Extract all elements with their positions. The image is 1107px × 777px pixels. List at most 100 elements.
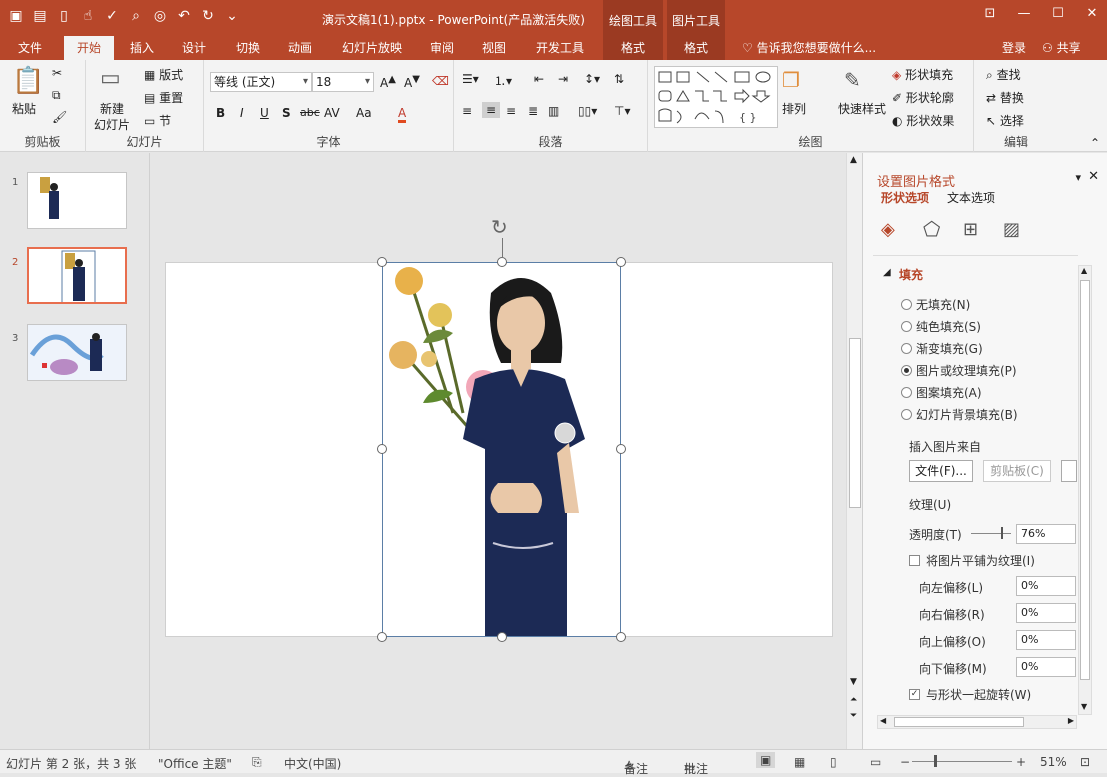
slide-sorter-icon[interactable]: ▦ — [794, 755, 805, 769]
shapes-gallery[interactable]: { } — [654, 66, 778, 128]
clear-format-icon[interactable]: ⌫ — [432, 74, 449, 88]
select-button[interactable]: ↖ 选择 — [986, 112, 1024, 129]
selected-picture[interactable] — [382, 262, 621, 637]
pane-scroll-left-icon[interactable]: ◀ — [880, 716, 886, 725]
rotate-with-shape-checkbox[interactable]: ✓ 与形状一起旋转(W) — [909, 686, 1031, 703]
find-button[interactable]: ⌕ 查找 — [986, 66, 1021, 83]
format-painter-icon[interactable]: 🖌 — [52, 110, 67, 124]
resize-handle-tr[interactable] — [616, 257, 626, 267]
shape-outline-button[interactable]: ✐ 形状轮廓 — [892, 89, 954, 106]
tab-picture-format[interactable]: 格式 — [667, 36, 725, 60]
tab-file[interactable]: 文件 — [8, 36, 52, 60]
effects-pentagon-icon[interactable]: ⬠ — [923, 217, 940, 241]
pane-scroll-right-icon[interactable]: ▶ — [1068, 716, 1074, 725]
radio-background-fill[interactable]: 幻灯片背景填充(B) — [901, 406, 1018, 423]
tab-animations[interactable]: 动画 — [278, 36, 322, 60]
clipboard-button[interactable]: 剪贴板(C) — [983, 460, 1051, 482]
text-direction-icon[interactable]: ⇅ — [614, 72, 624, 86]
quick-styles-button[interactable]: 快速样式 — [838, 100, 886, 117]
resize-handle-left[interactable] — [377, 444, 387, 454]
italic-button[interactable]: I — [240, 106, 244, 120]
open-icon[interactable]: ▤ — [30, 6, 50, 26]
scroll-up-icon[interactable]: ▲ — [850, 155, 857, 165]
distribute-icon[interactable]: ▥ — [548, 104, 559, 118]
reading-view-icon[interactable]: ▯ — [830, 755, 837, 769]
cut-icon[interactable]: ✂ — [52, 66, 62, 80]
radio-solid-fill[interactable]: 纯色填充(S) — [901, 318, 981, 335]
slideshow-icon[interactable]: ◎ — [150, 6, 170, 26]
strikethrough-button[interactable]: abc — [300, 106, 320, 119]
zoom-out-icon[interactable]: − — [900, 755, 910, 769]
pane-scroll-down-icon[interactable]: ▼ — [1081, 702, 1087, 711]
online-button[interactable] — [1061, 460, 1077, 482]
share-button[interactable]: ⚇ 共享 — [1042, 36, 1081, 60]
resize-handle-bottom[interactable] — [497, 632, 507, 642]
slide-thumb-1[interactable] — [27, 172, 127, 229]
zoom-in-icon[interactable]: + — [1016, 755, 1026, 769]
resize-handle-top[interactable] — [497, 257, 507, 267]
spelling-icon[interactable]: ✓ — [102, 6, 122, 26]
pane-options-icon[interactable]: ▾ — [1075, 171, 1081, 184]
offset-top-input[interactable]: 0% — [1016, 630, 1076, 650]
slide-vertical-scrollbar[interactable]: ▲ ▼ ⏶ ⏷ — [846, 153, 862, 749]
prev-slide-icon[interactable]: ⏶ — [850, 695, 857, 705]
file-button[interactable]: 文件(F)... — [909, 460, 973, 482]
spellcheck-icon[interactable]: ⎘ — [252, 755, 262, 770]
transparency-slider[interactable] — [971, 533, 1011, 534]
radio-picture-fill[interactable]: 图片或纹理填充(P) — [901, 362, 1017, 379]
new-slide-icon[interactable]: ▭ — [100, 66, 121, 91]
pane-scroll-up-icon[interactable]: ▲ — [1081, 266, 1087, 275]
radio-no-fill[interactable]: 无填充(N) — [901, 296, 970, 313]
pane-vertical-scrollbar[interactable]: ▲ ▼ — [1078, 265, 1092, 715]
justify-icon[interactable]: ≣ — [528, 104, 538, 118]
pane-scroll-thumb[interactable] — [1080, 280, 1090, 680]
align-right-icon[interactable]: ≡ — [506, 104, 516, 118]
close-icon[interactable]: ✕ — [1083, 6, 1101, 21]
bold-button[interactable]: B — [216, 106, 225, 120]
line-spacing-icon[interactable]: ↕▾ — [584, 72, 600, 86]
align-text-icon[interactable]: ⊤▾ — [614, 104, 630, 118]
underline-button[interactable]: U — [260, 106, 269, 120]
tab-slideshow[interactable]: 幻灯片放映 — [334, 36, 410, 60]
picture-icon[interactable]: ▨ — [1003, 219, 1020, 240]
collapse-fill-icon[interactable]: ◢ — [883, 267, 891, 278]
tab-developer[interactable]: 开发工具 — [528, 36, 592, 60]
resize-handle-bl[interactable] — [377, 632, 387, 642]
customize-qat-icon[interactable]: ⌄ — [222, 6, 242, 26]
resize-handle-right[interactable] — [616, 444, 626, 454]
paste-icon[interactable]: 📋 — [12, 66, 44, 96]
decrease-indent-icon[interactable]: ⇤ — [534, 72, 544, 86]
ribbon-display-icon[interactable]: ⊡ — [981, 6, 999, 21]
radio-pattern-fill[interactable]: 图案填充(A) — [901, 384, 982, 401]
align-left-icon[interactable]: ≡ — [462, 104, 472, 118]
slide-thumb-2[interactable] — [27, 247, 127, 304]
bullets-icon[interactable]: ☰▾ — [462, 72, 479, 86]
arrange-icon[interactable]: ❐ — [782, 68, 800, 92]
tell-me-box[interactable]: ♡ 告诉我您想要做什么... — [742, 36, 876, 60]
scroll-down-icon[interactable]: ▼ — [850, 677, 857, 687]
pane-horizontal-scrollbar[interactable]: ◀ ▶ — [877, 715, 1077, 729]
resize-handle-tl[interactable] — [377, 257, 387, 267]
tab-shape-options[interactable]: 形状选项 — [881, 189, 929, 206]
tab-view[interactable]: 视图 — [472, 36, 516, 60]
fill-line-icon[interactable]: ◈ — [881, 219, 895, 240]
texture-label[interactable]: 纹理(U) — [909, 496, 951, 513]
undo-icon[interactable]: ↶ — [174, 6, 194, 26]
font-size-combo[interactable]: 18 — [312, 72, 374, 92]
numbering-icon[interactable]: ⒈▾ — [494, 72, 512, 89]
resize-handle-br[interactable] — [616, 632, 626, 642]
reset-button[interactable]: ▤ 重置 — [144, 89, 183, 106]
quick-styles-icon[interactable]: ✎ — [844, 68, 861, 92]
replace-button[interactable]: ⇄ 替换 — [986, 89, 1024, 106]
touch-mode-icon[interactable]: ☝ — [78, 6, 98, 26]
section-button[interactable]: ▭ 节 — [144, 112, 171, 129]
layout-button[interactable]: ▦ 版式 — [144, 66, 183, 83]
new-slide-label-2[interactable]: 幻灯片 — [94, 116, 130, 133]
shadow-button[interactable]: S — [282, 106, 291, 120]
rotate-handle-icon[interactable]: ↻ — [491, 215, 508, 239]
copy-icon[interactable]: ⧉ — [52, 88, 61, 103]
size-properties-icon[interactable]: ⊞ — [963, 219, 978, 240]
scrollbar-thumb[interactable] — [849, 338, 861, 508]
shape-fill-button[interactable]: ◈ 形状填充 — [892, 66, 953, 83]
arrange-button[interactable]: 排列 — [782, 100, 806, 117]
